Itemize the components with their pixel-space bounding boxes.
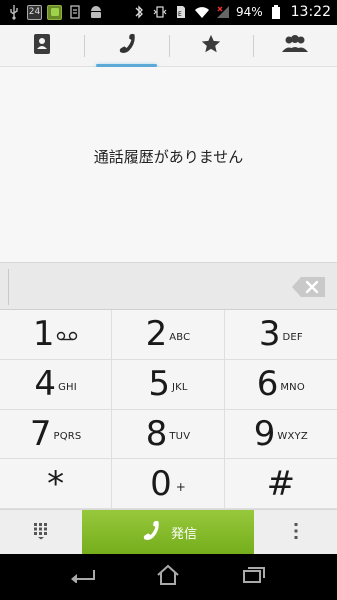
key-letters: ABC — [169, 331, 191, 343]
tab-favorites[interactable] — [168, 25, 253, 66]
vibrate-icon — [152, 3, 168, 21]
signal-icon — [215, 3, 231, 21]
key-9[interactable]: 9 WXYZ — [224, 410, 337, 460]
recent-apps-icon — [242, 566, 266, 588]
recent-apps-button[interactable] — [234, 562, 274, 592]
contacts-book-icon — [33, 33, 51, 59]
key-digit: 6 — [256, 364, 279, 405]
home-icon — [156, 564, 180, 590]
key-digit: * — [47, 463, 65, 504]
key-letters: GHI — [58, 381, 77, 393]
status-bar: 24 E 94% 13:22 — [0, 0, 337, 25]
status-right-icons: E 94% 13:22 — [131, 2, 331, 22]
battery-percent: 94% — [235, 5, 263, 19]
tab-contacts[interactable] — [0, 25, 84, 66]
battery-icon — [268, 3, 284, 21]
back-arrow-icon — [70, 567, 96, 587]
key-letters: MNO — [280, 381, 305, 393]
key-7[interactable]: 7 PQRS — [0, 409, 113, 460]
wifi-icon — [194, 3, 210, 21]
key-digit: 3 — [258, 314, 281, 355]
overflow-menu-button[interactable] — [254, 510, 337, 555]
tab-bar — [0, 25, 337, 67]
key-digit: 7 — [29, 413, 52, 454]
key-digit: 9 — [253, 413, 276, 454]
star-icon — [200, 33, 222, 59]
sim-card-icon: E — [173, 3, 189, 21]
key-star[interactable]: * — [0, 459, 113, 509]
key-digit: 5 — [148, 364, 170, 405]
backspace-button[interactable] — [291, 275, 327, 299]
key-0[interactable]: 0 + — [112, 459, 225, 509]
key-3[interactable]: 3 DEF — [224, 310, 337, 360]
key-digit: 4 — [34, 364, 57, 405]
key-letters: DEF — [282, 331, 303, 343]
app-icon — [47, 4, 62, 20]
people-icon — [281, 34, 309, 58]
key-letters: PQRS — [53, 431, 82, 443]
phone-handset-icon — [139, 520, 161, 546]
key-letters: + — [175, 479, 186, 494]
clock: 13:22 — [290, 4, 331, 20]
key-hash[interactable]: # — [224, 459, 337, 509]
tab-phone[interactable] — [84, 25, 168, 67]
call-button-label: 発信 — [170, 527, 197, 542]
phone-handset-icon — [115, 33, 137, 59]
tab-groups[interactable] — [252, 25, 337, 66]
key-letters: WXYZ — [277, 431, 308, 443]
key-1[interactable]: 1 — [0, 310, 113, 360]
key-4[interactable]: 4 GHI — [0, 359, 113, 410]
key-digit: # — [266, 463, 296, 504]
key-digit: 1 — [32, 314, 55, 355]
calendar-icon: 24 — [27, 4, 42, 20]
more-vertical-icon — [293, 522, 299, 544]
number-input[interactable] — [8, 269, 280, 305]
key-5[interactable]: 5 JKL — [112, 359, 225, 410]
key-6[interactable]: 6 MNO — [224, 360, 337, 410]
number-display-bar — [0, 262, 337, 310]
backspace-icon — [292, 277, 325, 297]
key-letters: JKL — [171, 381, 188, 393]
bluetooth-icon — [131, 3, 147, 21]
call-button[interactable]: 発信 — [82, 510, 254, 555]
usb-icon — [6, 3, 22, 21]
navigation-bar — [0, 554, 337, 600]
key-digit: 2 — [145, 314, 168, 355]
key-letters: TUV — [169, 431, 191, 443]
dialpad-grid-icon — [33, 522, 49, 544]
empty-call-log-message: 通話履歴がありません — [93, 148, 244, 166]
back-button[interactable] — [63, 562, 103, 592]
usb-debug-icon — [67, 3, 83, 21]
call-log-area: 通話履歴がありません — [0, 67, 337, 262]
key-8[interactable]: 8 TUV — [112, 409, 225, 460]
status-left-icons: 24 — [6, 3, 104, 21]
key-digit: 8 — [145, 413, 168, 454]
key-digit: 0 — [150, 463, 172, 504]
dial-keypad: 1 2 ABC 3 DEF 4 GHI 5 JKL 6 MNO 7 PQRS 8… — [0, 310, 337, 509]
dialer-action-bar: 発信 — [0, 509, 337, 555]
voicemail-icon — [56, 331, 78, 344]
home-button[interactable] — [148, 562, 188, 592]
svg-text:E: E — [178, 11, 182, 18]
android-icon — [88, 3, 104, 21]
key-2[interactable]: 2 ABC — [112, 310, 225, 360]
dialpad-toggle-button[interactable] — [0, 510, 82, 555]
